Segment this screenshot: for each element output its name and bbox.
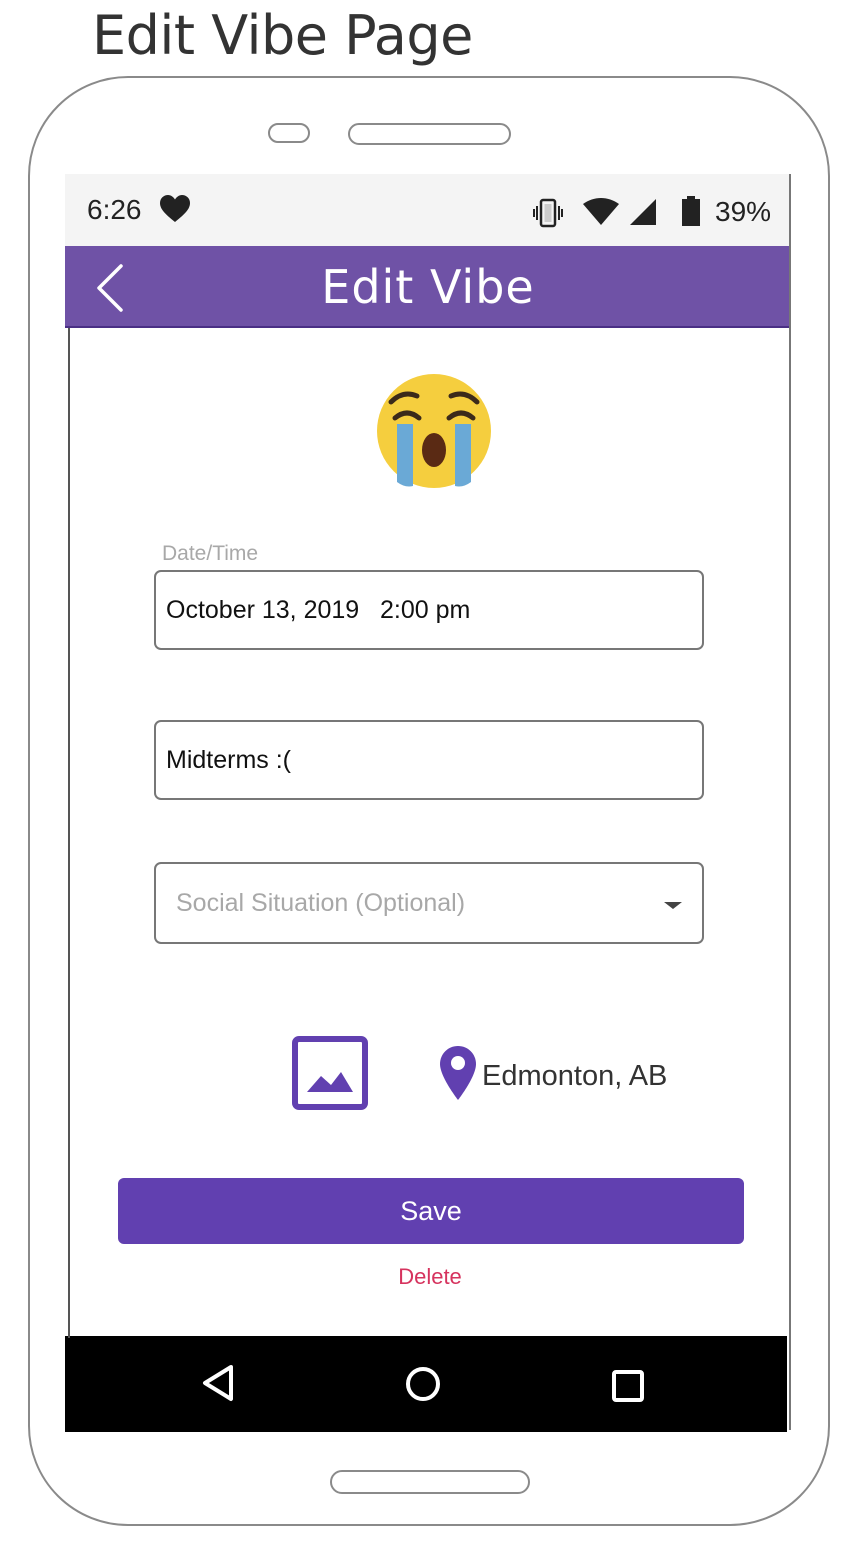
phone-screen: 6:26 39% Edit Vibe Date/Time October 13,… — [65, 174, 791, 1432]
delete-button[interactable]: Delete — [65, 1264, 791, 1290]
social-situation-select[interactable]: Social Situation (Optional) — [154, 862, 704, 944]
battery-percent: 39% — [715, 196, 772, 227]
nav-back-icon[interactable] — [201, 1364, 237, 1402]
signal-icon — [629, 198, 657, 226]
battery-icon — [682, 196, 700, 226]
nav-recents-icon[interactable] — [611, 1369, 645, 1403]
app-bar: Edit Vibe — [65, 246, 791, 328]
image-icon[interactable] — [292, 1036, 368, 1110]
app-title: Edit Vibe — [321, 260, 535, 314]
nav-home-icon[interactable] — [405, 1366, 441, 1402]
datetime-label: Date/Time — [162, 542, 259, 565]
screen-edge — [789, 174, 791, 1430]
phone-sensor — [268, 123, 310, 143]
status-bar: 6:26 39% — [65, 174, 791, 246]
phone-speaker — [348, 123, 511, 145]
status-time: 6:26 — [87, 194, 142, 225]
location-text[interactable]: Edmonton, AB — [482, 1060, 667, 1093]
reason-value: Midterms :( — [166, 745, 291, 774]
datetime-value: October 13, 2019 2:00 pm — [166, 595, 471, 624]
location-pin-icon — [439, 1045, 477, 1101]
datetime-input[interactable]: October 13, 2019 2:00 pm — [154, 570, 704, 650]
reason-input[interactable]: Midterms :( — [154, 720, 704, 800]
page-heading: Edit Vibe Page — [92, 4, 473, 67]
screen-edge — [68, 328, 70, 1338]
social-situation-placeholder: Social Situation (Optional) — [176, 888, 466, 917]
crying-face-icon[interactable] — [375, 372, 493, 490]
vibrate-icon — [532, 197, 564, 229]
save-button[interactable]: Save — [118, 1178, 744, 1244]
wifi-icon — [582, 198, 620, 226]
nav-bar — [65, 1336, 787, 1432]
caret-down-icon — [664, 902, 682, 909]
phone-home-slot — [330, 1470, 530, 1494]
heart-icon — [159, 194, 191, 224]
